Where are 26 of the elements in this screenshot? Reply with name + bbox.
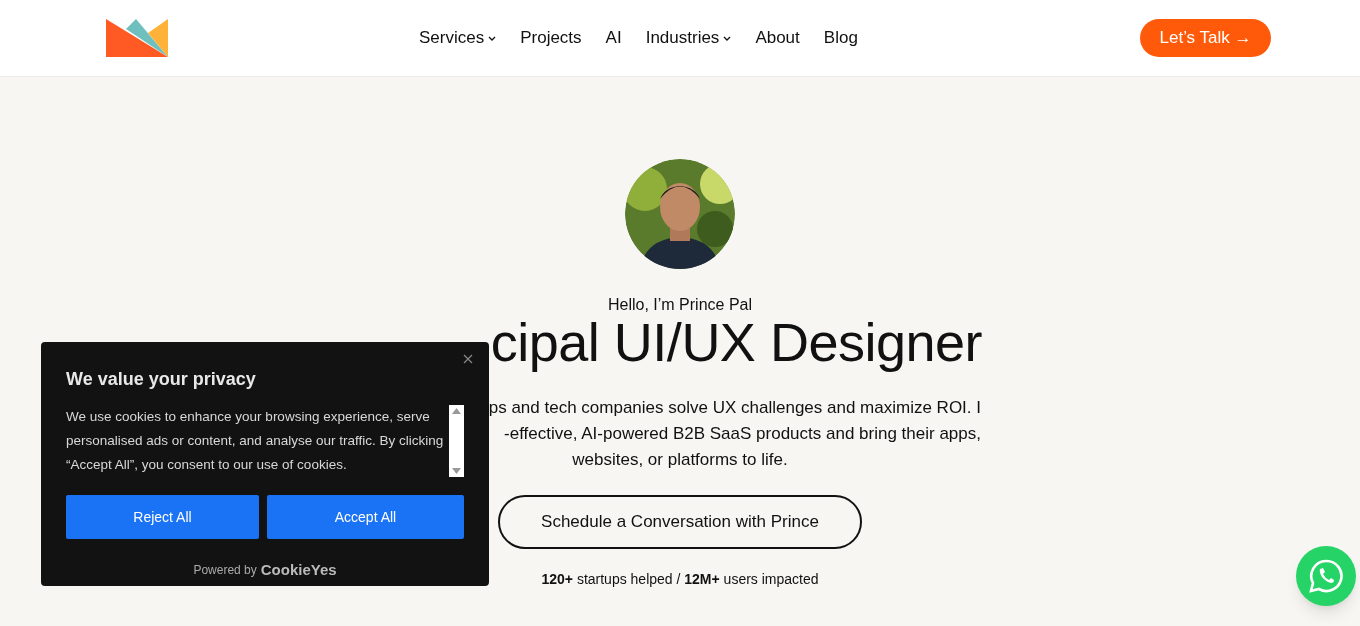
accept-button[interactable]: Accept All	[267, 495, 464, 539]
description-line: websites, or platforms to life.	[572, 450, 788, 469]
nav-link[interactable]: Blog	[823, 25, 858, 51]
whatsapp-button[interactable]	[1296, 546, 1356, 606]
scroll-up-icon[interactable]	[452, 408, 461, 414]
schedule-button[interactable]: Schedule a Conversation with Prince	[498, 495, 862, 549]
cookie-text: We use cookies to enhance your browsing experience, serve personalised ads or content, and analyse our traffic. By clicking “Accept All”, you consent to our use of cookies.	[66, 408, 445, 474]
powered-by-text: Powered by	[193, 562, 257, 580]
nav-link[interactable]: About	[755, 25, 800, 51]
stats-text: 120+ startups helped / 12M+ users impacted	[541, 570, 819, 589]
chat-phone-icon	[1308, 558, 1344, 594]
description-line: ps and tech companies solve UX challenges and maximize ROI. I	[488, 398, 981, 417]
reject-button[interactable]: Reject All	[66, 495, 259, 539]
nav-link[interactable]: Industries	[645, 25, 732, 51]
close-icon[interactable]	[463, 354, 473, 364]
nav-link[interactable]: Projects	[520, 25, 582, 51]
cookieyes-logo[interactable]: CookieYes	[260, 559, 337, 582]
nav-link[interactable]: AI	[605, 25, 622, 51]
greeting-text: Hello, I’m Prince Pal	[607, 295, 752, 315]
cookie-title: We value your privacy	[66, 368, 257, 391]
scroll-down-icon[interactable]	[452, 468, 461, 474]
description-line: -effective, AI-powered B2B SaaS products and bring their apps,	[504, 424, 981, 443]
hero-title: cipal UI/UX Designer	[490, 312, 982, 373]
scrollbar[interactable]	[449, 405, 464, 477]
logo-icon[interactable]	[106, 19, 168, 57]
nav-link[interactable]: Services	[419, 25, 497, 51]
